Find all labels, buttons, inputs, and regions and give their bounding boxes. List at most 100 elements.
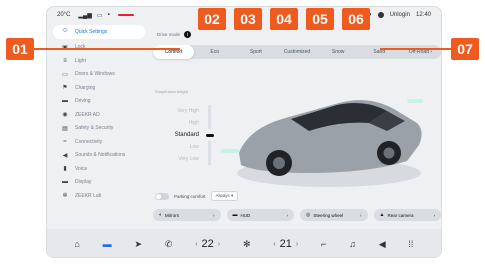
hud-button[interactable]: ▬ HUD › (226, 209, 294, 221)
sound-icon: ◀ (62, 152, 68, 159)
callout-02: 02 (198, 8, 226, 30)
battery-icon: ▭ (96, 12, 103, 19)
music-icon[interactable]: ♫ (349, 239, 356, 249)
mic-icon: ▮ (63, 166, 67, 173)
sidebar-item-driving[interactable]: ▬ Driving (47, 95, 151, 109)
sidebar-item-connectivity[interactable]: ≈ Connectivity (47, 135, 151, 149)
status-icons: ▂▄▆ ▭ ▪ (78, 12, 109, 19)
callout-06: 06 (342, 8, 370, 30)
mode-tab-customized[interactable]: Customized (276, 45, 317, 59)
shield-icon: ▤ (62, 125, 68, 132)
driving-icon: ▬ (62, 98, 68, 105)
drive-mode-label: Drive mode (157, 32, 181, 37)
sidebar-item-sounds[interactable]: ◀ Sounds & Notifications (47, 149, 151, 163)
suspension-level-selector[interactable]: Very High High Standard Low Very Low (155, 105, 217, 165)
main-panel: Drive mode i Comfort Eco Sport Customize… (151, 25, 441, 225)
level-very-low[interactable]: Very Low (155, 153, 217, 165)
chevron-right-icon: › (360, 212, 362, 218)
parking-comfort-toggle[interactable] (155, 192, 169, 200)
mirror-icon: ◐ (159, 212, 163, 218)
camera-icon: ▲ (379, 212, 385, 218)
sidebar-item-display[interactable]: ▬ Display (47, 176, 151, 190)
user-label[interactable]: Unlogin (390, 12, 410, 18)
parking-comfort-label: Parking comfort (174, 193, 206, 199)
driver-temperature: 22 (201, 238, 214, 250)
callout-line-01 (30, 48, 180, 50)
quick-buttons-row: ◐ Mirrors › ▬ HUD › ◎ Steering wheel › ▲ Rear c… (153, 209, 441, 221)
callout-03: 03 (234, 8, 262, 30)
annotated-figure: 20°C ▂▄▆ ▭ ▪ ● Unlogin 12:40 ⬭Quick Sett… (0, 0, 485, 277)
sidebar-item-quick-settings[interactable]: ⬭ Quick Settings (53, 25, 145, 39)
light-icon: ≡ (63, 57, 67, 64)
parking-comfort-row: Parking comfort Always ▾ (155, 191, 239, 201)
steering-wheel-button[interactable]: ◎ Steering wheel › (300, 209, 368, 221)
settings-sidebar: ⬭Quick Settings ▣Lock ≡Light ▭Doors & Wi… (47, 25, 151, 225)
lab-icon: ✲ (62, 193, 68, 200)
fan-icon[interactable]: ✻ (243, 239, 251, 250)
camera-status-icon: ▪ (107, 12, 110, 18)
rear-camera-button[interactable]: ▲ Rear camera › (373, 209, 441, 221)
car-icon[interactable]: ▬ (103, 239, 112, 249)
level-standard[interactable]: Standard (155, 129, 217, 141)
chevron-right-icon: › (286, 212, 289, 218)
outside-temperature: 20°C (57, 12, 71, 18)
assist-icon: ◉ (62, 112, 68, 119)
left-indicator-glow (221, 149, 239, 153)
hud-icon: ▬ (232, 212, 238, 218)
callout-07: 07 (451, 38, 479, 60)
chevron-left-icon[interactable]: ‹ (195, 241, 197, 248)
level-indicator (206, 133, 214, 137)
chevron-right-icon[interactable]: › (296, 241, 298, 248)
sidebar-item-zeekr-ad[interactable]: ◉ ZEEKR AD (47, 108, 151, 122)
bottom-dock: ⌂ ▬ ➤ ✆ ‹ 22 › ✻ ‹ 21 › ⌐ ♫ ◀ ⁞⁞ (47, 229, 441, 257)
chevron-right-icon[interactable]: › (218, 241, 220, 248)
suspension-height-label: Suspension height (155, 89, 188, 94)
signal-icon: ▂▄▆ (78, 12, 92, 19)
drive-mode-header: Drive mode i (157, 31, 192, 38)
volume-icon[interactable]: ◀ (379, 239, 386, 250)
seat-icon[interactable]: ⌐ (321, 239, 326, 249)
car-3d-render (221, 99, 423, 187)
status-right: ● Unlogin 12:40 (368, 12, 431, 18)
home-icon[interactable]: ⌂ (74, 239, 79, 249)
passenger-temperature: 21 (279, 238, 292, 250)
info-icon[interactable]: i (184, 31, 192, 38)
sidebar-item-zeekr-lab[interactable]: ✲ ZEEKR Lab (47, 189, 151, 203)
sidebar-item-safety[interactable]: ▤ Safety & Security (47, 122, 151, 136)
door-icon: ▭ (62, 71, 68, 78)
callout-04: 04 (270, 8, 298, 30)
level-low[interactable]: Low (155, 141, 217, 153)
alert-banner[interactable] (117, 14, 134, 16)
callout-05: 05 (306, 8, 334, 30)
right-indicator-glow (407, 99, 423, 103)
chevron-right-icon: › (213, 212, 215, 218)
sidebar-item-voice[interactable]: ▮ Voice (47, 162, 151, 176)
sidebar-item-charging[interactable]: ⚑ Charging (47, 81, 151, 95)
navigation-icon[interactable]: ➤ (134, 239, 142, 250)
mode-tab-sport[interactable]: Sport (235, 45, 276, 59)
callout-01: 01 (6, 38, 34, 60)
always-dropdown[interactable]: Always ▾ (210, 191, 239, 201)
charging-icon: ⚑ (62, 85, 68, 92)
phone-icon[interactable]: ✆ (165, 239, 173, 250)
clock: 12:40 (415, 12, 431, 18)
mode-tab-eco[interactable]: Eco (194, 45, 235, 59)
driver-temperature-control[interactable]: ‹ 22 › (195, 238, 220, 250)
apps-icon[interactable]: ⁞⁞ (408, 239, 413, 249)
user-avatar-icon[interactable] (377, 12, 384, 18)
callout-line-07 (380, 48, 455, 50)
mode-tab-snow[interactable]: Snow (318, 45, 359, 59)
level-very-high[interactable]: Very High (155, 105, 217, 117)
wifi-icon: ≈ (63, 138, 67, 145)
level-high[interactable]: High (155, 117, 217, 129)
sidebar-item-light[interactable]: ≡ Light (47, 54, 151, 68)
steering-wheel-icon: ◎ (306, 212, 311, 218)
quick-settings-icon: ⬭ (62, 28, 68, 35)
passenger-temperature-control[interactable]: ‹ 21 › (273, 238, 298, 250)
mirrors-button[interactable]: ◐ Mirrors › (153, 209, 221, 221)
chevron-left-icon[interactable]: ‹ (273, 241, 275, 248)
sidebar-item-doors-windows[interactable]: ▭ Doors & Windows (47, 68, 151, 82)
car-settings-screen: 20°C ▂▄▆ ▭ ▪ ● Unlogin 12:40 ⬭Quick Sett… (46, 6, 442, 258)
display-icon: ▬ (62, 179, 68, 186)
chevron-right-icon: › (433, 212, 436, 218)
